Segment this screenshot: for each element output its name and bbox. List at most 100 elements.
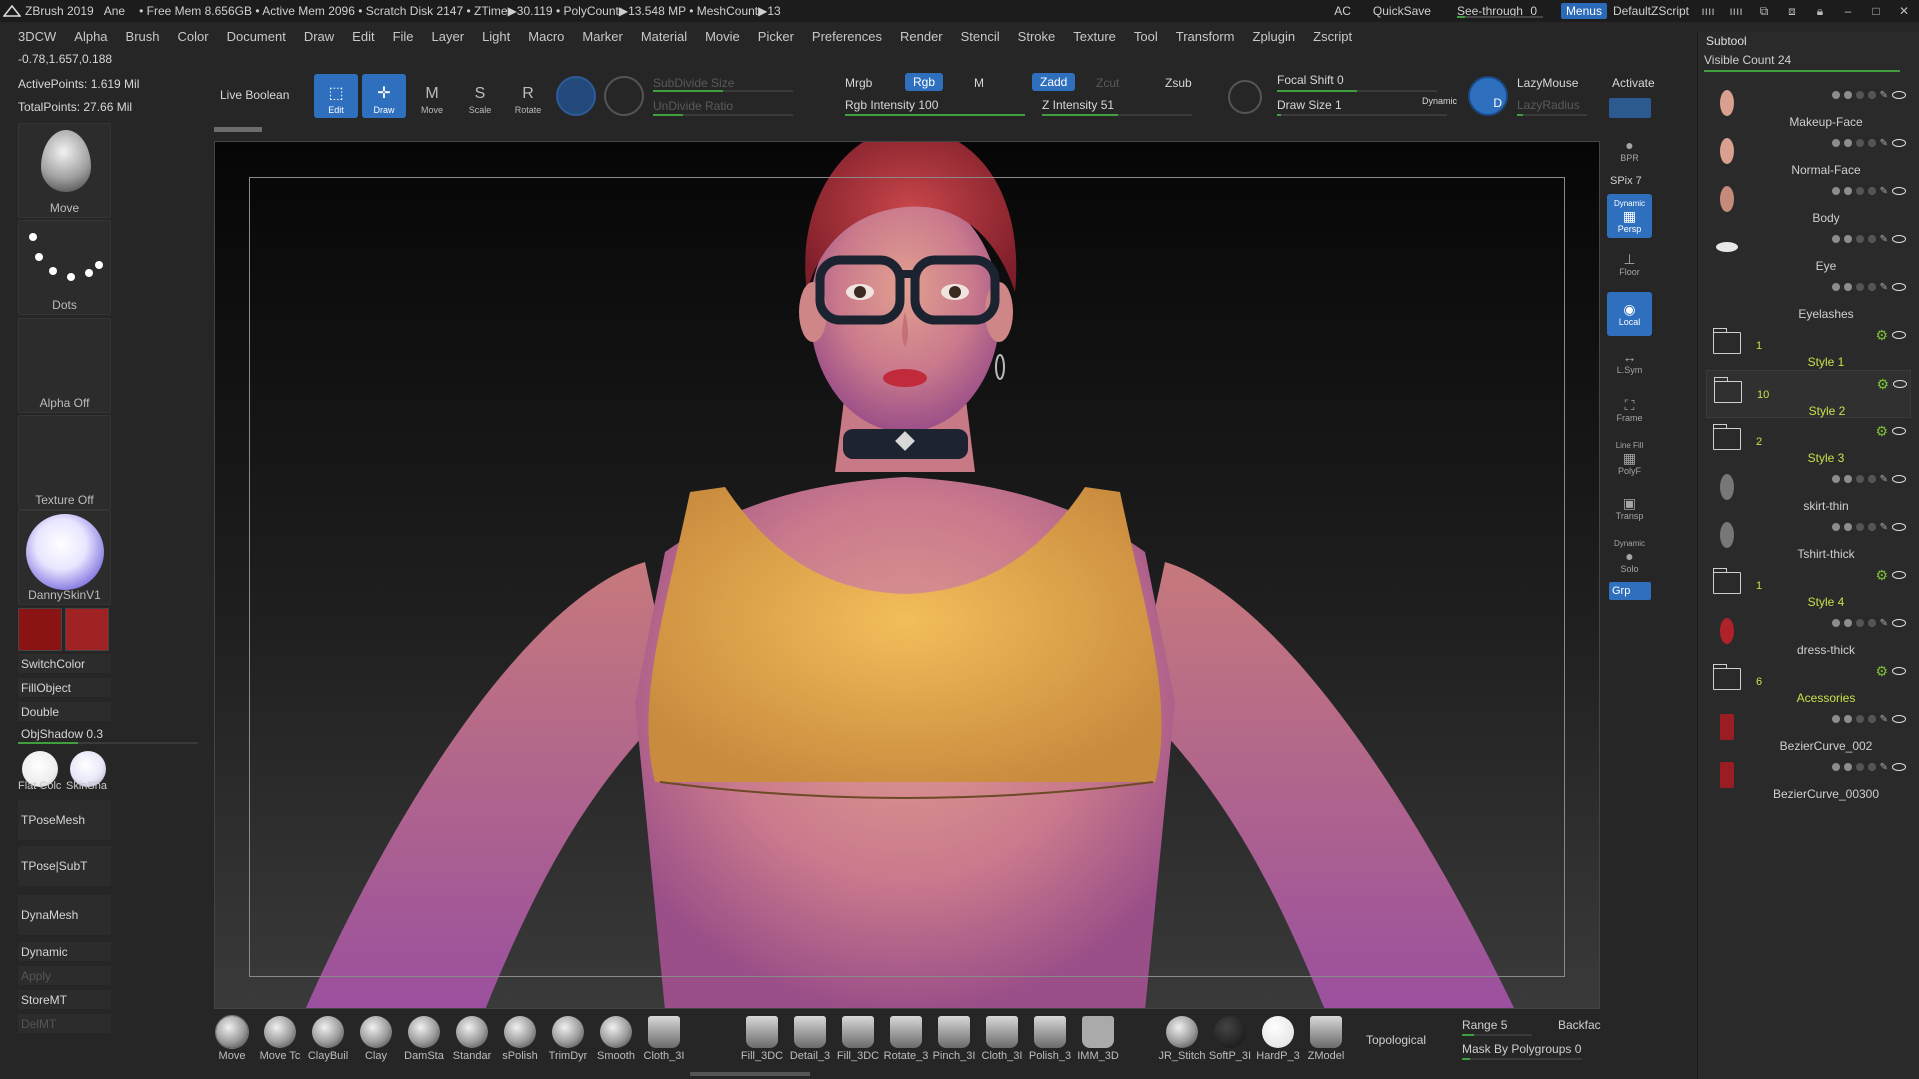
lsym-button[interactable]: ↔ L.Sym — [1607, 340, 1652, 384]
visibility-eye-icon[interactable] — [1892, 763, 1906, 771]
storemt-button[interactable]: StoreMT — [18, 990, 111, 1009]
polyf-button[interactable]: Line Fill ▦ PolyF — [1607, 436, 1652, 480]
brush-hardp[interactable]: HardP_3 — [1256, 1016, 1300, 1064]
document-canvas[interactable] — [214, 141, 1600, 1009]
subtool-toggle-icon[interactable] — [1867, 475, 1876, 483]
slider-left-icon[interactable]: ıııı — [1699, 4, 1717, 18]
dynamic-draw-size-button[interactable]: Dynamic — [1422, 96, 1457, 106]
range-track[interactable] — [1462, 1034, 1532, 1036]
focal-shift-track[interactable] — [1277, 90, 1437, 92]
subtool-toggle-icon[interactable] — [1855, 283, 1864, 291]
subtool-toggle-icon[interactable] — [1855, 715, 1864, 723]
tpose-subt-button[interactable]: TPose|SubT — [18, 846, 111, 886]
draw-button[interactable]: ✛ Draw — [362, 74, 406, 118]
visibility-eye-icon[interactable] — [1892, 427, 1906, 435]
brush-pencil-icon[interactable]: ✎ — [1880, 234, 1888, 245]
menu-marker[interactable]: Marker — [573, 29, 631, 44]
brush-clay[interactable]: Clay — [354, 1016, 398, 1064]
mask-by-polygroups-track[interactable] — [1462, 1058, 1582, 1060]
dynamesh-button[interactable]: DynaMesh — [18, 895, 111, 935]
brush-pencil-icon[interactable]: ✎ — [1880, 714, 1888, 725]
lazyradius-slider[interactable]: LazyRadius — [1517, 98, 1580, 112]
move-button[interactable]: M Move — [410, 74, 454, 118]
grp-button[interactable]: Grp — [1609, 582, 1651, 600]
rgb-intensity-track[interactable] — [845, 114, 1025, 116]
subtool-item[interactable]: ✎ dress-thick — [1706, 610, 1911, 658]
subtool-toggle-icon[interactable] — [1855, 475, 1864, 483]
menus-toggle-button[interactable]: Menus — [1560, 3, 1607, 19]
subtool-toggle-icon[interactable] — [1831, 91, 1840, 99]
subtool-item[interactable]: ✎ Normal-Face — [1706, 130, 1911, 178]
subtool-toggle-icon[interactable] — [1831, 283, 1840, 291]
menu-zplugin[interactable]: Zplugin — [1244, 29, 1305, 44]
subtool-toggle-icon[interactable] — [1867, 91, 1876, 99]
texture-selector[interactable]: Texture Off — [18, 415, 111, 510]
subtool-toggle-icon[interactable] — [1855, 91, 1864, 99]
subtool-toggle-icon[interactable] — [1843, 91, 1852, 99]
obj-shadow-track[interactable] — [18, 742, 198, 744]
subtool-toggle-icon[interactable] — [1843, 139, 1852, 147]
brush-imm-3d[interactable]: IMM_3D — [1076, 1016, 1120, 1064]
subtool-item[interactable]: ✎ Body — [1706, 178, 1911, 226]
subtool-toggle-icon[interactable] — [1867, 523, 1876, 531]
obj-shadow-slider[interactable]: ObjShadow 0.3 — [21, 727, 103, 741]
brush-pencil-icon[interactable]: ✎ — [1880, 474, 1888, 485]
subtool-toggle-icon[interactable] — [1831, 475, 1840, 483]
alpha-selector[interactable]: Alpha Off — [18, 318, 111, 413]
subtool-toggle-icon[interactable] — [1867, 235, 1876, 243]
menu-texture[interactable]: Texture — [1064, 29, 1125, 44]
subtool-toggle-icon[interactable] — [1867, 139, 1876, 147]
canvas-scrollbar[interactable] — [214, 127, 262, 132]
menu-preferences[interactable]: Preferences — [803, 29, 891, 44]
brush-move-topological[interactable]: Move Tc — [258, 1016, 302, 1064]
subtool-toggle-icon[interactable] — [1867, 283, 1876, 291]
subtool-toggle-icon[interactable] — [1831, 523, 1840, 531]
range-slider[interactable]: Range 5 — [1462, 1018, 1507, 1032]
rotate-button[interactable]: R Rotate — [506, 74, 550, 118]
gizmo-button[interactable] — [556, 76, 596, 116]
menu-stencil[interactable]: Stencil — [952, 29, 1009, 44]
undivide-ratio-slider[interactable]: UnDivide Ratio — [653, 99, 733, 113]
lazymouse-button[interactable]: LazyMouse — [1517, 76, 1578, 90]
subtool-item[interactable]: 6 ⚙ Acessories — [1706, 658, 1911, 706]
subtool-toggle-icon[interactable] — [1843, 523, 1852, 531]
menu-material[interactable]: Material — [632, 29, 696, 44]
visibility-eye-icon[interactable] — [1892, 187, 1906, 195]
lock-icon[interactable]: 🔒︎ — [1811, 4, 1829, 18]
transp-button[interactable]: ▣ Transp — [1607, 486, 1652, 530]
brush-softp[interactable]: SoftP_3I — [1208, 1016, 1252, 1064]
menu-edit[interactable]: Edit — [343, 29, 383, 44]
lazyradius-track[interactable] — [1517, 114, 1587, 116]
visibility-eye-icon[interactable] — [1892, 619, 1906, 627]
subtool-toggle-icon[interactable] — [1843, 235, 1852, 243]
zadd-button[interactable]: Zadd — [1032, 73, 1076, 91]
z-intensity-track[interactable] — [1042, 114, 1192, 116]
visibility-eye-icon[interactable] — [1892, 523, 1906, 531]
visibility-eye-icon[interactable] — [1892, 331, 1906, 339]
brush-pencil-icon[interactable]: ✎ — [1880, 138, 1888, 149]
secondary-color-swatch[interactable] — [65, 608, 109, 651]
visibility-eye-icon[interactable] — [1892, 667, 1906, 675]
menu-movie[interactable]: Movie — [696, 29, 749, 44]
default-zscript-button[interactable]: DefaultZScript — [1613, 4, 1689, 18]
subtool-toggle-icon[interactable] — [1855, 187, 1864, 195]
menu-draw[interactable]: Draw — [295, 29, 343, 44]
menu-tool[interactable]: Tool — [1125, 29, 1167, 44]
menu-light[interactable]: Light — [473, 29, 519, 44]
subtool-toggle-icon[interactable] — [1867, 619, 1876, 627]
spix-slider[interactable]: SPix 7 — [1610, 175, 1642, 187]
solo-button[interactable]: Dynamic ● Solo — [1607, 534, 1652, 578]
main-color-swatch[interactable] — [18, 608, 62, 651]
scale-button[interactable]: S Scale — [458, 74, 502, 118]
subtool-toggle-icon[interactable] — [1855, 763, 1864, 771]
menu-picker[interactable]: Picker — [749, 29, 803, 44]
menu-macro[interactable]: Macro — [519, 29, 573, 44]
menu-alpha[interactable]: Alpha — [65, 29, 116, 44]
z-intensity-slider[interactable]: Z Intensity 51 — [1042, 98, 1114, 112]
subtool-item[interactable]: ✎ Makeup-Face — [1706, 82, 1911, 130]
brush-standard[interactable]: Standar — [450, 1016, 494, 1064]
brush-rotate-3dc[interactable]: Rotate_3 — [884, 1016, 928, 1064]
subtool-item[interactable]: 10 ⚙ Style 2 — [1706, 370, 1911, 418]
folder-gear-icon[interactable]: ⚙ — [1875, 424, 1888, 438]
subtool-item[interactable]: ✎ Eye — [1706, 226, 1911, 274]
